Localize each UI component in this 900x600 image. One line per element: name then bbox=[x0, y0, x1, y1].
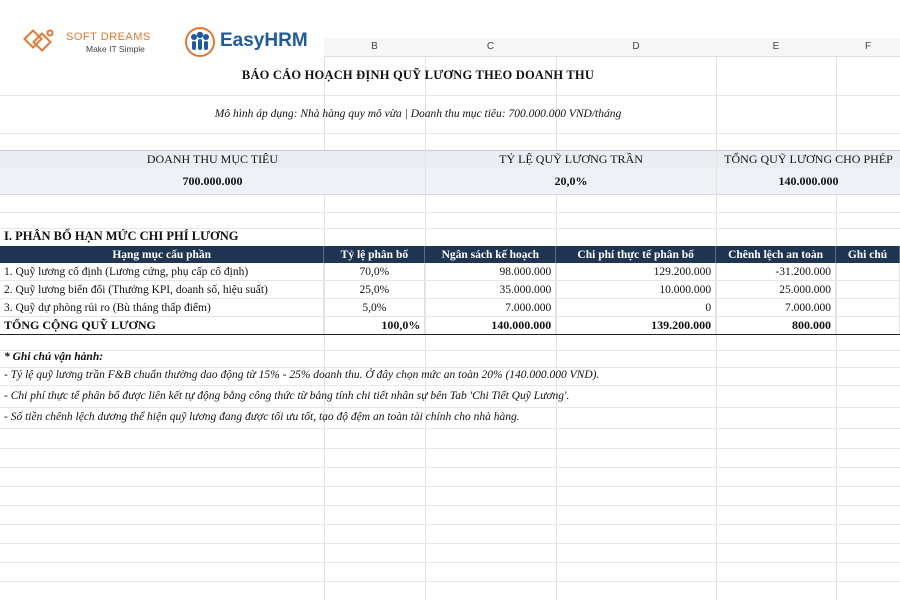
cell-category[interactable]: 2. Quỹ lương biến đổi (Thưởng KPI, doanh… bbox=[0, 280, 325, 299]
column-header-f[interactable]: F bbox=[836, 38, 900, 57]
notes-title[interactable]: * Ghi chú vận hành: bbox=[4, 351, 103, 363]
cell-planned-budget[interactable]: 35.000.000 bbox=[424, 280, 557, 299]
report-subtitle[interactable]: Mô hình áp dụng: Nhà hàng quy mô vừa | D… bbox=[0, 108, 836, 120]
report-title[interactable]: BÁO CÁO HOẠCH ĐỊNH QUỸ LƯƠNG THEO DOANH … bbox=[0, 68, 836, 83]
table-header-row: Hạng mục cấu phần Tỷ lệ phân bổ Ngân sác… bbox=[0, 246, 900, 263]
easyhrm-logo: EasyHRM bbox=[184, 27, 324, 59]
table-row: 2. Quỹ lương biến đổi (Thưởng KPI, doanh… bbox=[0, 280, 900, 299]
total-allocation-rate[interactable]: 100,0% bbox=[323, 316, 426, 335]
kpi-label-total-salary-fund[interactable]: TỔNG QUỸ LƯƠNG CHO PHÉP bbox=[717, 150, 900, 169]
header-category[interactable]: Hạng mục cấu phần bbox=[0, 246, 325, 263]
softdreams-logo-icon bbox=[23, 29, 54, 52]
people-icon bbox=[185, 27, 215, 57]
kpi-label-salary-cap-rate[interactable]: TỶ LỆ QUỸ LƯƠNG TRẦN bbox=[426, 150, 716, 169]
header-planned-budget[interactable]: Ngân sách kế hoạch bbox=[424, 246, 557, 263]
note-item[interactable]: - Chi phí thực tế phân bổ được liên kết … bbox=[4, 390, 569, 402]
cell-notes[interactable] bbox=[835, 263, 900, 281]
total-label[interactable]: TỔNG CỘNG QUỸ LƯƠNG bbox=[0, 316, 325, 335]
column-header-e[interactable]: E bbox=[716, 38, 836, 57]
note-item[interactable]: - Số tiền chênh lệch dương thể hiện quỹ … bbox=[4, 411, 520, 423]
cell-notes[interactable] bbox=[835, 280, 900, 299]
cell-actual-cost[interactable]: 0 bbox=[555, 298, 717, 317]
table-row: 3. Quỹ dự phòng rủi ro (Bù tháng thấp đi… bbox=[0, 298, 900, 317]
total-notes[interactable] bbox=[835, 316, 900, 335]
cell-allocation-rate[interactable]: 25,0% bbox=[323, 280, 426, 299]
cell-actual-cost[interactable]: 129.200.000 bbox=[555, 263, 717, 281]
cell-allocation-rate[interactable]: 5,0% bbox=[323, 298, 426, 317]
kpi-label-revenue-target[interactable]: DOANH THU MỤC TIÊU bbox=[0, 150, 425, 169]
softdreams-name: SOFT DREAMS bbox=[66, 31, 151, 43]
kpi-value-revenue-target[interactable]: 700.000.000 bbox=[0, 168, 425, 195]
cell-allocation-rate[interactable]: 70,0% bbox=[323, 263, 426, 281]
section-title[interactable]: I. PHÂN BỔ HẠN MỨC CHI PHÍ LƯƠNG bbox=[4, 229, 239, 244]
header-safety-margin[interactable]: Chênh lệch an toàn bbox=[715, 246, 837, 263]
total-safety-margin[interactable]: 800.000 bbox=[715, 316, 837, 335]
kpi-value-total-salary-fund[interactable]: 140.000.000 bbox=[717, 168, 900, 195]
cell-notes[interactable] bbox=[835, 298, 900, 317]
header-actual-cost[interactable]: Chi phí thực tế phân bổ bbox=[555, 246, 717, 263]
cell-actual-cost[interactable]: 10.000.000 bbox=[555, 280, 717, 299]
allocation-table: Hạng mục cấu phần Tỷ lệ phân bổ Ngân sác… bbox=[0, 246, 900, 335]
cell-planned-budget[interactable]: 98.000.000 bbox=[424, 263, 557, 281]
kpi-value-salary-cap-rate[interactable]: 20,0% bbox=[426, 168, 716, 195]
note-item[interactable]: - Tỷ lệ quỹ lương trần F&B chuẩn thường … bbox=[4, 369, 599, 381]
header-allocation-rate[interactable]: Tỷ lệ phân bổ bbox=[323, 246, 426, 263]
table-total-row: TỔNG CỘNG QUỸ LƯƠNG 100,0% 140.000.000 1… bbox=[0, 316, 900, 335]
total-planned-budget[interactable]: 140.000.000 bbox=[424, 316, 557, 335]
cell-safety-margin[interactable]: 7.000.000 bbox=[715, 298, 837, 317]
softdreams-tagline: Make IT Simple bbox=[86, 44, 145, 54]
table-row: 1. Quỹ lương cố định (Lương cứng, phụ cấ… bbox=[0, 263, 900, 281]
cell-safety-margin[interactable]: 25.000.000 bbox=[715, 280, 837, 299]
cell-planned-budget[interactable]: 7.000.000 bbox=[424, 298, 557, 317]
cell-category[interactable]: 1. Quỹ lương cố định (Lương cứng, phụ cấ… bbox=[0, 263, 325, 281]
column-header-c[interactable]: C bbox=[425, 38, 556, 57]
easyhrm-name: EasyHRM bbox=[220, 30, 308, 51]
column-header-d[interactable]: D bbox=[556, 38, 716, 57]
cell-category[interactable]: 3. Quỹ dự phòng rủi ro (Bù tháng thấp đi… bbox=[0, 298, 325, 317]
cell-safety-margin[interactable]: -31.200.000 bbox=[715, 263, 837, 281]
header-notes[interactable]: Ghi chú bbox=[835, 246, 900, 263]
softdreams-logo: SOFT DREAMS Make IT Simple bbox=[22, 27, 172, 59]
column-header-b[interactable]: B bbox=[324, 38, 425, 57]
total-actual-cost[interactable]: 139.200.000 bbox=[555, 316, 717, 335]
